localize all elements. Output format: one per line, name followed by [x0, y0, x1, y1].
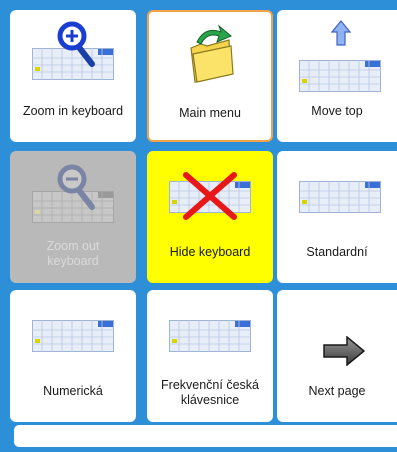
tile-label: Standardní — [306, 245, 368, 259]
main-menu-button[interactable]: Main menu — [147, 10, 273, 142]
move-top-button[interactable]: Move top — [277, 10, 397, 142]
frequency-czech-keyboard-button[interactable]: Frekvenční česká klávesnice — [147, 290, 273, 422]
red-x-icon — [183, 172, 237, 220]
folder-back-icon — [190, 24, 234, 83]
next-page-button[interactable]: Next page — [277, 290, 397, 422]
tile-label: Zoom out keyboard — [46, 239, 100, 268]
keyboard-icon — [299, 60, 381, 92]
numeric-keyboard-button[interactable]: Numerická — [10, 290, 136, 422]
zoom-in-icon — [57, 21, 95, 67]
keyboard-icon — [32, 320, 114, 352]
tile-label: Zoom in keyboard — [22, 104, 124, 118]
keyboard-icon — [299, 181, 381, 213]
tile-label: Move top — [311, 104, 363, 118]
tile-label: Hide keyboard — [169, 245, 251, 259]
zoom-in-keyboard-button[interactable]: Zoom in keyboard — [10, 10, 136, 142]
arrow-right-icon — [323, 336, 365, 366]
tile-label: Numerická — [43, 384, 103, 398]
keyboard-icon — [169, 320, 251, 352]
tile-label: Frekvenční česká klávesnice — [161, 378, 259, 407]
zoom-out-icon — [57, 164, 95, 210]
arrow-up-icon — [331, 20, 351, 46]
zoom-out-keyboard-button[interactable]: Zoom out keyboard — [10, 151, 136, 283]
standard-keyboard-button[interactable]: Standardní — [277, 151, 397, 283]
tile-label: Next page — [308, 384, 366, 398]
command-grid: Zoom in keyboard Main menu Move top Zoom… — [10, 10, 397, 426]
tile-label: Main menu — [179, 106, 241, 120]
status-bar — [14, 425, 397, 447]
hide-keyboard-button[interactable]: Hide keyboard — [147, 151, 273, 283]
